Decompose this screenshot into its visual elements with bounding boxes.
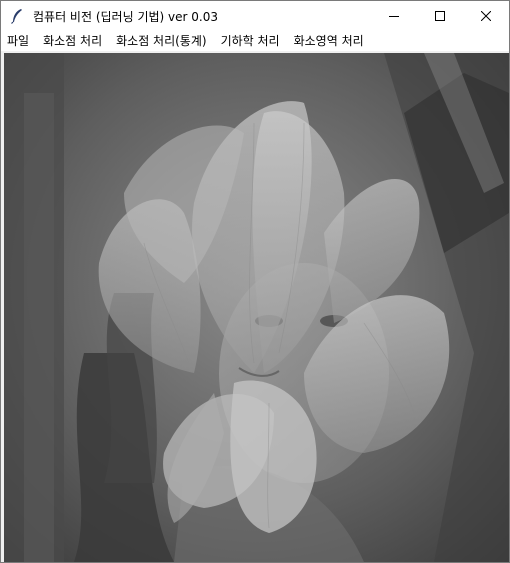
menu-pixel-area[interactable]: 화소영역 처리 (287, 31, 371, 51)
menu-pixel-point-stats[interactable]: 화소점 처리(통계) (109, 31, 213, 51)
blended-image (4, 53, 509, 562)
window-title: 컴퓨터 비전 (딥러닝 기법) ver 0.03 (33, 9, 218, 24)
menu-bar: 파일 화소점 처리 화소점 처리(통계) 기하학 처리 화소영역 처리 (1, 31, 509, 51)
maximize-icon (435, 11, 445, 21)
feather-icon (9, 8, 25, 24)
minimize-icon (389, 16, 399, 17)
canvas-area (1, 51, 509, 562)
close-button[interactable] (463, 1, 509, 31)
close-icon (481, 11, 491, 21)
app-window: 컴퓨터 비전 (딥러닝 기법) ver 0.03 파일 화소점 처리 화소점 처… (0, 0, 510, 563)
menu-geometric[interactable]: 기하학 처리 (214, 31, 287, 51)
menu-pixel-point[interactable]: 화소점 처리 (36, 31, 109, 51)
image-canvas[interactable] (4, 53, 509, 562)
minimize-button[interactable] (371, 1, 417, 31)
window-controls (371, 1, 509, 31)
title-bar[interactable]: 컴퓨터 비전 (딥러닝 기법) ver 0.03 (1, 1, 509, 31)
menu-file[interactable]: 파일 (1, 31, 36, 51)
maximize-button[interactable] (417, 1, 463, 31)
